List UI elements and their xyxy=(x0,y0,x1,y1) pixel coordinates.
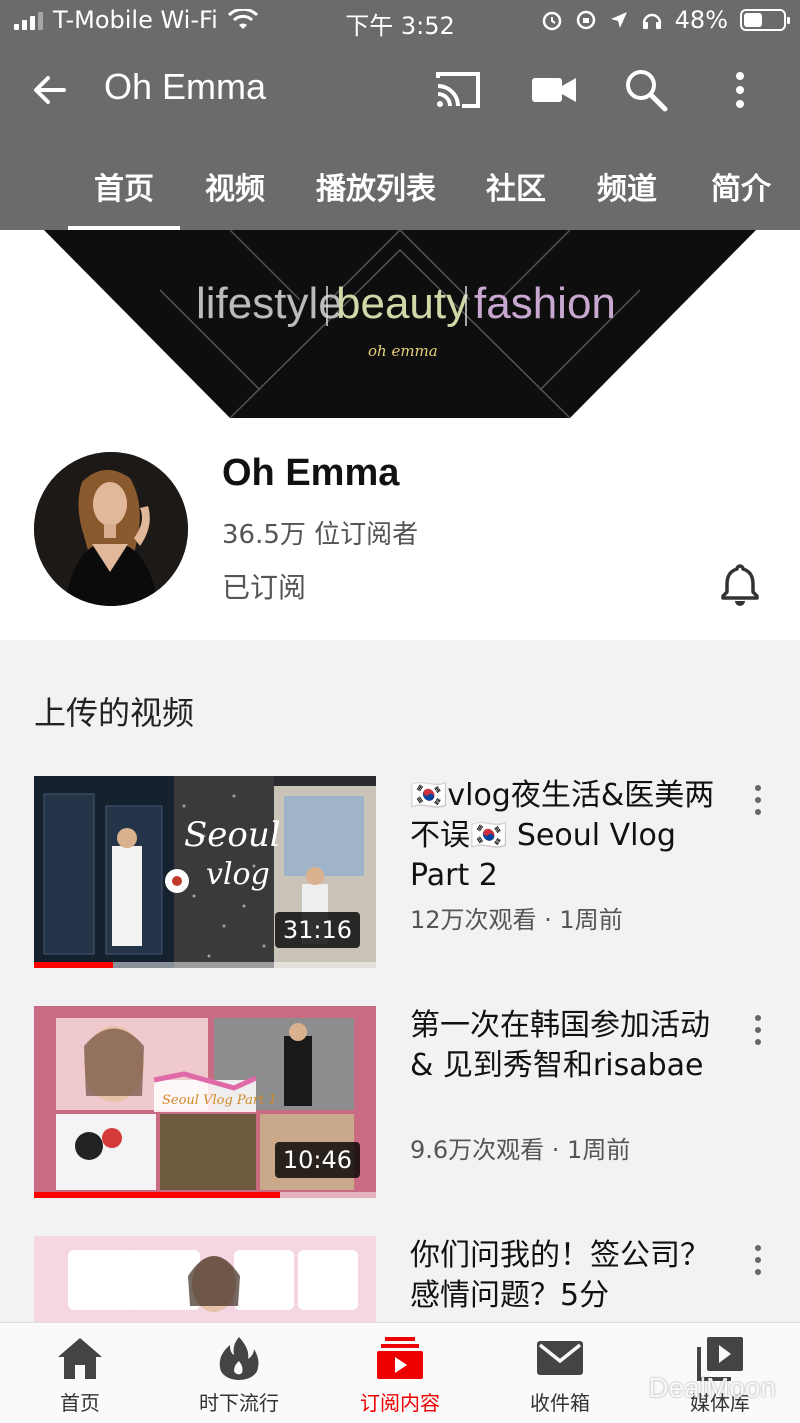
alarm-icon xyxy=(542,11,561,31)
nav-home-label: 首页 xyxy=(60,1391,100,1415)
watermark: DealMoon xyxy=(648,1372,776,1403)
nav-subscriptions[interactable]: 订阅内容 xyxy=(340,1335,460,1416)
nav-trending-label: 时下流行 xyxy=(199,1391,279,1415)
notification-bell-icon[interactable] xyxy=(716,560,764,608)
thumbnail-text: Seoul xyxy=(184,815,281,855)
channel-banner: lifestyle beauty fashion oh emma xyxy=(44,230,756,419)
video-thumbnail[interactable]: Seoul Vlog Part 1 10:46 xyxy=(34,1006,376,1198)
battery-percent: 48% xyxy=(674,6,728,34)
nav-home[interactable]: 首页 xyxy=(20,1335,140,1416)
nav-subscriptions-label: 订阅内容 xyxy=(360,1391,440,1415)
more-vert-icon[interactable] xyxy=(744,1010,772,1050)
watch-progress xyxy=(34,962,376,968)
subscriber-count: 36.5万 位订阅者 xyxy=(222,520,419,550)
nav-inbox[interactable]: 收件箱 xyxy=(500,1335,620,1416)
page-title: Oh Emma xyxy=(104,66,267,107)
video-meta: 12万次观看 · 1周前 xyxy=(410,906,623,934)
app-bar: Oh Emma xyxy=(0,42,800,138)
video-title[interactable]: 你们问我的！签公司？感情问题？5分 xyxy=(410,1236,730,1316)
rotation-lock-icon xyxy=(576,10,595,30)
video-item[interactable]: Seoul Vlog Part 1 10:46 第一次在韩国参加活动 & 见到秀… xyxy=(0,1006,800,1206)
video-thumbnail[interactable]: Seoul vlog 31:16 xyxy=(34,776,376,968)
video-meta: 9.6万次观看 · 1周前 xyxy=(410,1136,631,1164)
subscriptions-icon xyxy=(377,1337,423,1379)
flame-icon xyxy=(219,1337,259,1380)
thumbnail-text: Seoul Vlog Part 1 xyxy=(162,1093,277,1108)
subscribed-button[interactable]: 已订阅 xyxy=(222,566,306,606)
headphones-icon xyxy=(642,13,661,29)
channel-name: Oh Emma xyxy=(222,452,400,494)
video-duration: 31:16 xyxy=(274,912,360,948)
channel-avatar[interactable] xyxy=(34,452,188,606)
tab-playlists[interactable]: 播放列表 xyxy=(306,164,446,230)
tab-videos[interactable]: 视频 xyxy=(190,164,280,230)
more-vert-icon[interactable] xyxy=(744,1240,772,1280)
banner-word-lifestyle: lifestyle xyxy=(196,279,343,328)
mail-icon xyxy=(537,1341,583,1375)
status-bar: T-Mobile Wi-Fi 下午 3:52 48% xyxy=(0,0,800,42)
nav-trending[interactable]: 时下流行 xyxy=(179,1335,299,1416)
video-thumbnail[interactable] xyxy=(34,1236,376,1322)
tab-channels[interactable]: 频道 xyxy=(584,164,670,230)
nav-inbox-label: 收件箱 xyxy=(530,1391,590,1415)
video-title[interactable]: 🇰🇷vlog夜生活&医美两不误🇰🇷 Seoul Vlog Part 2 xyxy=(410,776,730,896)
tab-community[interactable]: 社区 xyxy=(474,164,558,230)
watch-progress xyxy=(34,1192,376,1198)
more-vert-icon[interactable] xyxy=(714,64,766,116)
thumbnail-text: vlog xyxy=(206,857,270,892)
battery-icon xyxy=(740,9,790,31)
more-vert-icon[interactable] xyxy=(744,780,772,820)
video-item[interactable]: Seoul vlog 31:16 🇰🇷vlog夜生活&医美两不误🇰🇷 Seoul… xyxy=(0,776,800,976)
video-item[interactable]: 你们问我的！签公司？感情问题？5分 xyxy=(0,1236,800,1322)
video-title[interactable]: 第一次在韩国参加活动 & 见到秀智和risabae xyxy=(410,1006,730,1086)
cast-icon[interactable] xyxy=(432,64,484,116)
channel-tabs: 首页 视频 播放列表 社区 频道 简介 xyxy=(0,138,800,230)
tab-about[interactable]: 简介 xyxy=(698,164,784,230)
home-icon xyxy=(58,1338,102,1379)
banner-word-fashion: fashion xyxy=(474,279,616,328)
uploads-section-title: 上传的视频 xyxy=(34,694,195,732)
location-icon xyxy=(610,12,627,28)
video-duration: 10:46 xyxy=(274,1142,360,1178)
back-arrow-icon[interactable] xyxy=(24,64,76,116)
banner-word-beauty: beauty xyxy=(336,279,468,328)
video-camera-icon[interactable] xyxy=(528,64,580,116)
tab-home[interactable]: 首页 xyxy=(68,164,180,230)
search-icon[interactable] xyxy=(620,64,672,116)
banner-signature: oh emma xyxy=(368,342,438,360)
